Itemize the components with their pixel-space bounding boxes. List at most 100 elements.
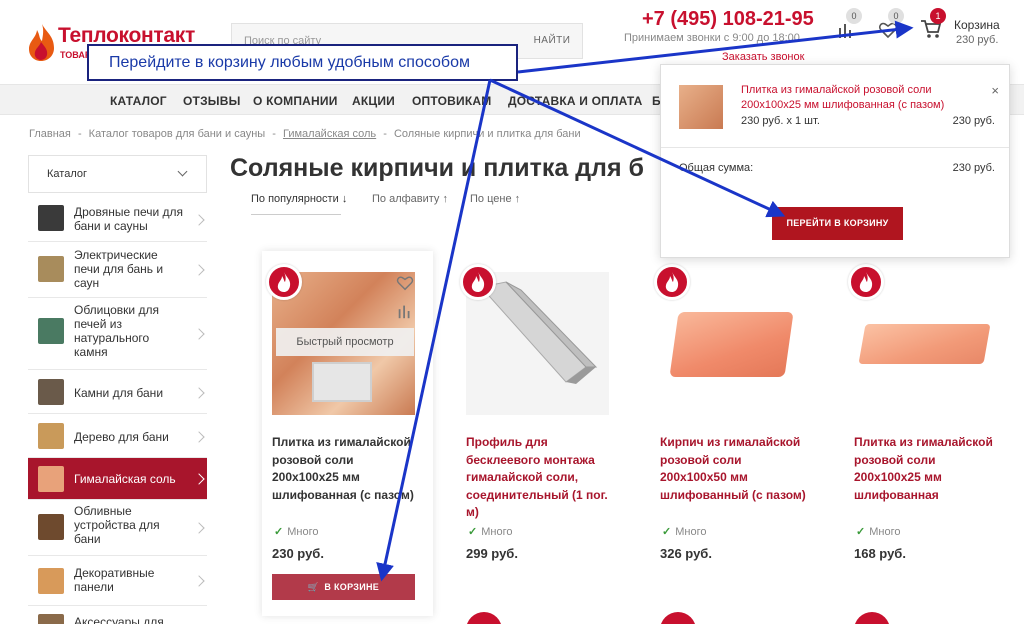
- sidebar-item-stones[interactable]: Камни для бани: [28, 370, 207, 414]
- crumb-sep: -: [272, 128, 276, 140]
- crumb-home[interactable]: Главная: [29, 128, 71, 140]
- instruction-callout: Перейдите в корзину любым удобным способ…: [87, 44, 518, 81]
- in-cart-button[interactable]: 🛒 В КОРЗИНЕ: [272, 574, 415, 600]
- chevron-down-icon: [177, 166, 188, 177]
- stone-cladding-icon: [38, 318, 64, 344]
- nav-catalog[interactable]: КАТАЛОГ: [110, 94, 167, 108]
- nav-wholesale[interactable]: ОПТОВИКАМ: [412, 94, 491, 108]
- stones-icon: [38, 379, 64, 405]
- callback-link[interactable]: Заказать звонок: [722, 51, 804, 63]
- product-price: 299 руб.: [466, 546, 518, 561]
- stock-status: ✓ Много: [662, 526, 707, 538]
- compare-count-badge: 0: [846, 8, 862, 24]
- total-label: Общая сумма:: [679, 162, 754, 174]
- crumb-current: Соляные кирпичи и плитка для бани: [393, 128, 581, 140]
- chevron-right-icon: [193, 264, 205, 276]
- fire-badge-icon: [848, 264, 884, 300]
- fire-badge-icon: [854, 612, 890, 624]
- nav-about[interactable]: О КОМПАНИИ: [253, 94, 338, 108]
- salt-brick-image: [669, 312, 794, 377]
- flame-logo-icon: [29, 24, 54, 61]
- fire-badge-icon: [460, 264, 496, 300]
- stock-status: ✓ Много: [274, 526, 319, 538]
- catalog-dropdown[interactable]: Каталог: [28, 155, 207, 193]
- check-icon: ✓: [274, 526, 284, 538]
- salt-tile-image: [858, 324, 991, 364]
- cart-item-thumbnail[interactable]: [679, 85, 723, 129]
- page-title: Соляные кирпичи и плитка для б: [230, 154, 644, 182]
- cart-popup: Плитка из гималайской розовой соли 200х1…: [660, 64, 1010, 258]
- accessory-icon: [38, 614, 64, 624]
- fire-badge-icon: [660, 612, 696, 624]
- sidebar-item-wood[interactable]: Дерево для бани: [28, 414, 207, 458]
- wishlist-count-badge: 0: [888, 8, 904, 24]
- nav-promos[interactable]: АКЦИИ: [352, 94, 395, 108]
- sidebar-item-accessories[interactable]: Аксессуары для: [28, 606, 207, 624]
- chevron-right-icon: [193, 387, 205, 399]
- sort-underline: [251, 214, 341, 215]
- fire-badge-icon: [266, 264, 302, 300]
- cart-item-sum: 230 руб.: [952, 115, 995, 127]
- check-icon: ✓: [468, 526, 478, 538]
- cart-button[interactable]: 1: [920, 8, 946, 40]
- compare-button[interactable]: 0: [836, 8, 862, 40]
- search-button[interactable]: НАЙТИ: [522, 24, 582, 58]
- product-title[interactable]: Плитка из гималайской розовой соли 200х1…: [272, 434, 422, 504]
- product-title[interactable]: Кирпич из гималайской розовой соли 200х1…: [660, 434, 810, 504]
- chevron-right-icon: [193, 214, 205, 226]
- check-icon: ✓: [662, 526, 672, 538]
- crumb-catalog[interactable]: Каталог товаров для бани и сауны: [89, 128, 266, 140]
- chevron-right-icon: [193, 328, 205, 340]
- breadcrumb: Главная - Каталог товаров для бани и сау…: [29, 128, 585, 140]
- cart-count-badge: 1: [930, 8, 946, 24]
- chevron-right-icon: [193, 575, 205, 587]
- cart-item-qty: 230 руб. х 1 шт.: [741, 115, 820, 127]
- sidebar-item-pour-devices[interactable]: Обливные устройства для бани: [28, 500, 207, 556]
- fire-badge-icon: [654, 264, 690, 300]
- sidebar-item-label: Камни для бани: [74, 386, 164, 400]
- sort-popularity[interactable]: По популярности ↓: [251, 193, 347, 205]
- chevron-right-icon: [193, 522, 205, 534]
- phone-number[interactable]: +7 (495) 108-21-95: [642, 8, 814, 31]
- product-price: 230 руб.: [272, 546, 324, 561]
- sidebar-item-cladding[interactable]: Облицовки для печей из натурального камн…: [28, 298, 207, 370]
- wishlist-heart-icon[interactable]: [396, 274, 416, 294]
- cart-item-name[interactable]: Плитка из гималайской розовой соли 200х1…: [741, 83, 969, 113]
- cart-label[interactable]: Корзина: [954, 18, 1000, 32]
- remove-item-close-icon[interactable]: ×: [991, 83, 999, 98]
- sidebar-item-label: Декоративные панели: [74, 566, 155, 594]
- cart-small-icon: 🛒: [307, 582, 320, 592]
- total-value: 230 руб.: [952, 162, 995, 174]
- sidebar-item-label: Гималайская соль: [74, 472, 176, 486]
- compare-bar-icon[interactable]: [396, 302, 416, 322]
- crumb-salt[interactable]: Гималайская соль: [283, 128, 376, 140]
- sidebar-item-label: Облицовки для печей из натурального камн…: [74, 303, 159, 359]
- crumb-sep: -: [383, 128, 387, 140]
- sidebar-item-decor-panels[interactable]: Декоративные панели: [28, 556, 207, 606]
- sidebar-item-label: Электрические печи для бань и саун: [74, 248, 164, 290]
- go-to-cart-button[interactable]: ПЕРЕЙТИ В КОРЗИНУ: [772, 207, 903, 240]
- sidebar-item-wood-stoves[interactable]: Дровяные печи для бани и сауны: [28, 198, 207, 242]
- wishlist-button[interactable]: 0: [878, 8, 904, 40]
- sort-price[interactable]: По цене ↑: [470, 193, 520, 205]
- sidebar-item-label: Дровяные печи для бани и сауны: [74, 205, 184, 233]
- panel-icon: [38, 568, 64, 594]
- stove-icon: [38, 205, 64, 231]
- chevron-right-icon: [193, 473, 205, 485]
- product-title[interactable]: Плитка из гималайской розовой соли 200х1…: [854, 434, 1004, 504]
- catalog-dropdown-label: Каталог: [47, 168, 87, 180]
- crumb-sep: -: [77, 128, 82, 140]
- divider: [661, 147, 1009, 148]
- nav-reviews[interactable]: ОТЗЫВЫ: [183, 94, 241, 108]
- stock-status: ✓ Много: [468, 526, 513, 538]
- sidebar-item-electric-stoves[interactable]: Электрические печи для бань и саун: [28, 242, 207, 298]
- sort-alphabet[interactable]: По алфавиту ↑: [372, 193, 448, 205]
- cart-total: 230 руб.: [956, 34, 999, 46]
- sidebar-item-himalayan-salt[interactable]: Гималайская соль: [28, 458, 207, 500]
- nav-delivery[interactable]: ДОСТАВКА И ОПЛАТА: [508, 94, 643, 108]
- chevron-right-icon: [193, 431, 205, 443]
- sidebar-item-label: Обливные устройства для бани: [74, 504, 160, 546]
- product-title[interactable]: Профиль для бесклеевого монтажа гималайс…: [466, 434, 616, 522]
- quick-view-button[interactable]: Быстрый просмотр: [276, 328, 414, 356]
- product-price: 168 руб.: [854, 546, 906, 561]
